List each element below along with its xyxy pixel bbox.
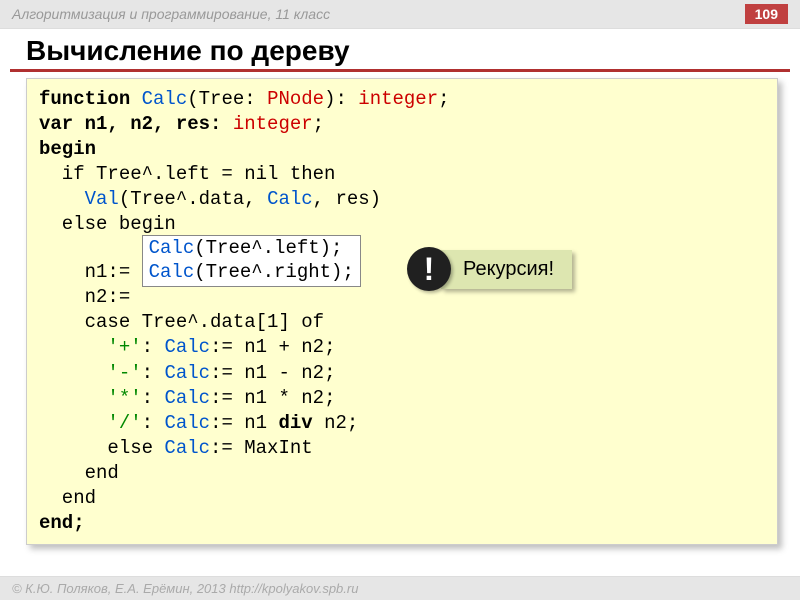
code-content: function Calc(Tree: PNode): integer; var… bbox=[39, 87, 765, 536]
page-number: 109 bbox=[745, 4, 788, 24]
code-block: function Calc(Tree: PNode): integer; var… bbox=[26, 78, 778, 545]
slide-footer: © К.Ю. Поляков, Е.А. Ерёмин, 2013 http:/… bbox=[0, 576, 800, 600]
slide-title: Вычисление по дереву bbox=[10, 29, 790, 72]
recursion-callout: ! Рекурсия! bbox=[407, 247, 572, 291]
slide-header: Алгоритмизация и программирование, 11 кл… bbox=[0, 0, 800, 29]
callout-label: Рекурсия! bbox=[441, 250, 572, 289]
exclamation-icon: ! bbox=[407, 247, 451, 291]
recursion-box: Calc(Tree^.left); Calc(Tree^.right); bbox=[142, 235, 361, 287]
course-label: Алгоритмизация и программирование, 11 кл… bbox=[12, 6, 330, 22]
